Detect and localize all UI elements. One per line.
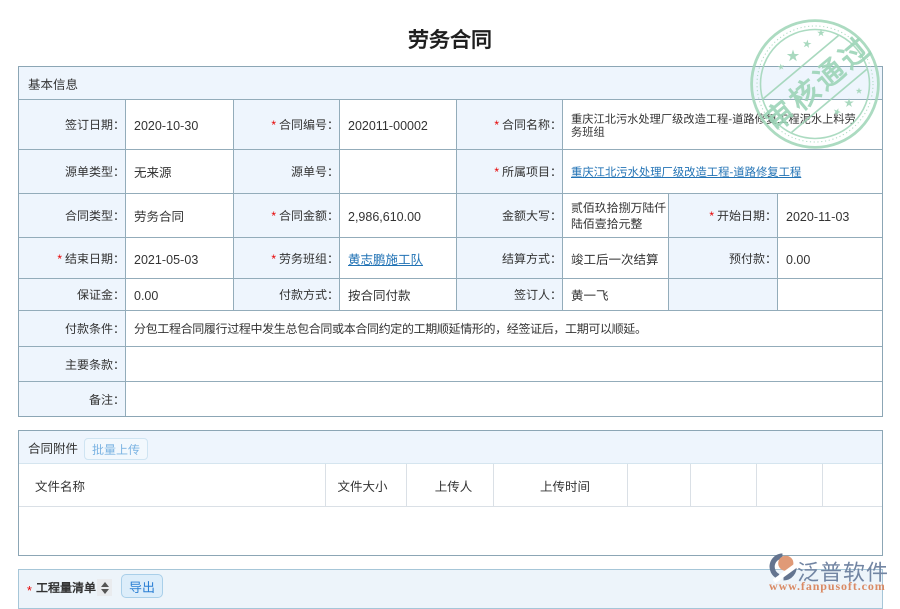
svg-text:审核通过: 审核通过 [754,24,881,140]
